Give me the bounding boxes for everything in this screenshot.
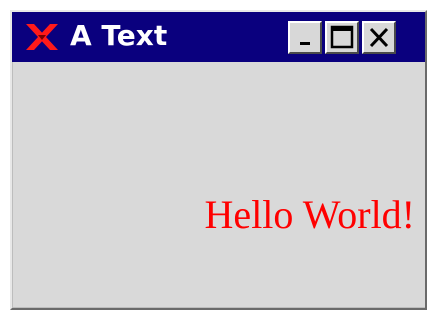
client-area: Hello World!	[12, 62, 425, 308]
hello-world-label: Hello World!	[204, 192, 415, 237]
minimize-icon	[300, 42, 310, 45]
maximize-icon	[330, 25, 354, 49]
close-button[interactable]	[362, 21, 396, 54]
close-icon	[369, 27, 389, 48]
title-bar[interactable]: A Text	[12, 12, 425, 62]
window-title: A Text	[70, 19, 168, 52]
maximize-button[interactable]	[325, 21, 359, 54]
x-logo-icon[interactable]	[24, 22, 60, 52]
minimize-button[interactable]	[288, 21, 322, 54]
